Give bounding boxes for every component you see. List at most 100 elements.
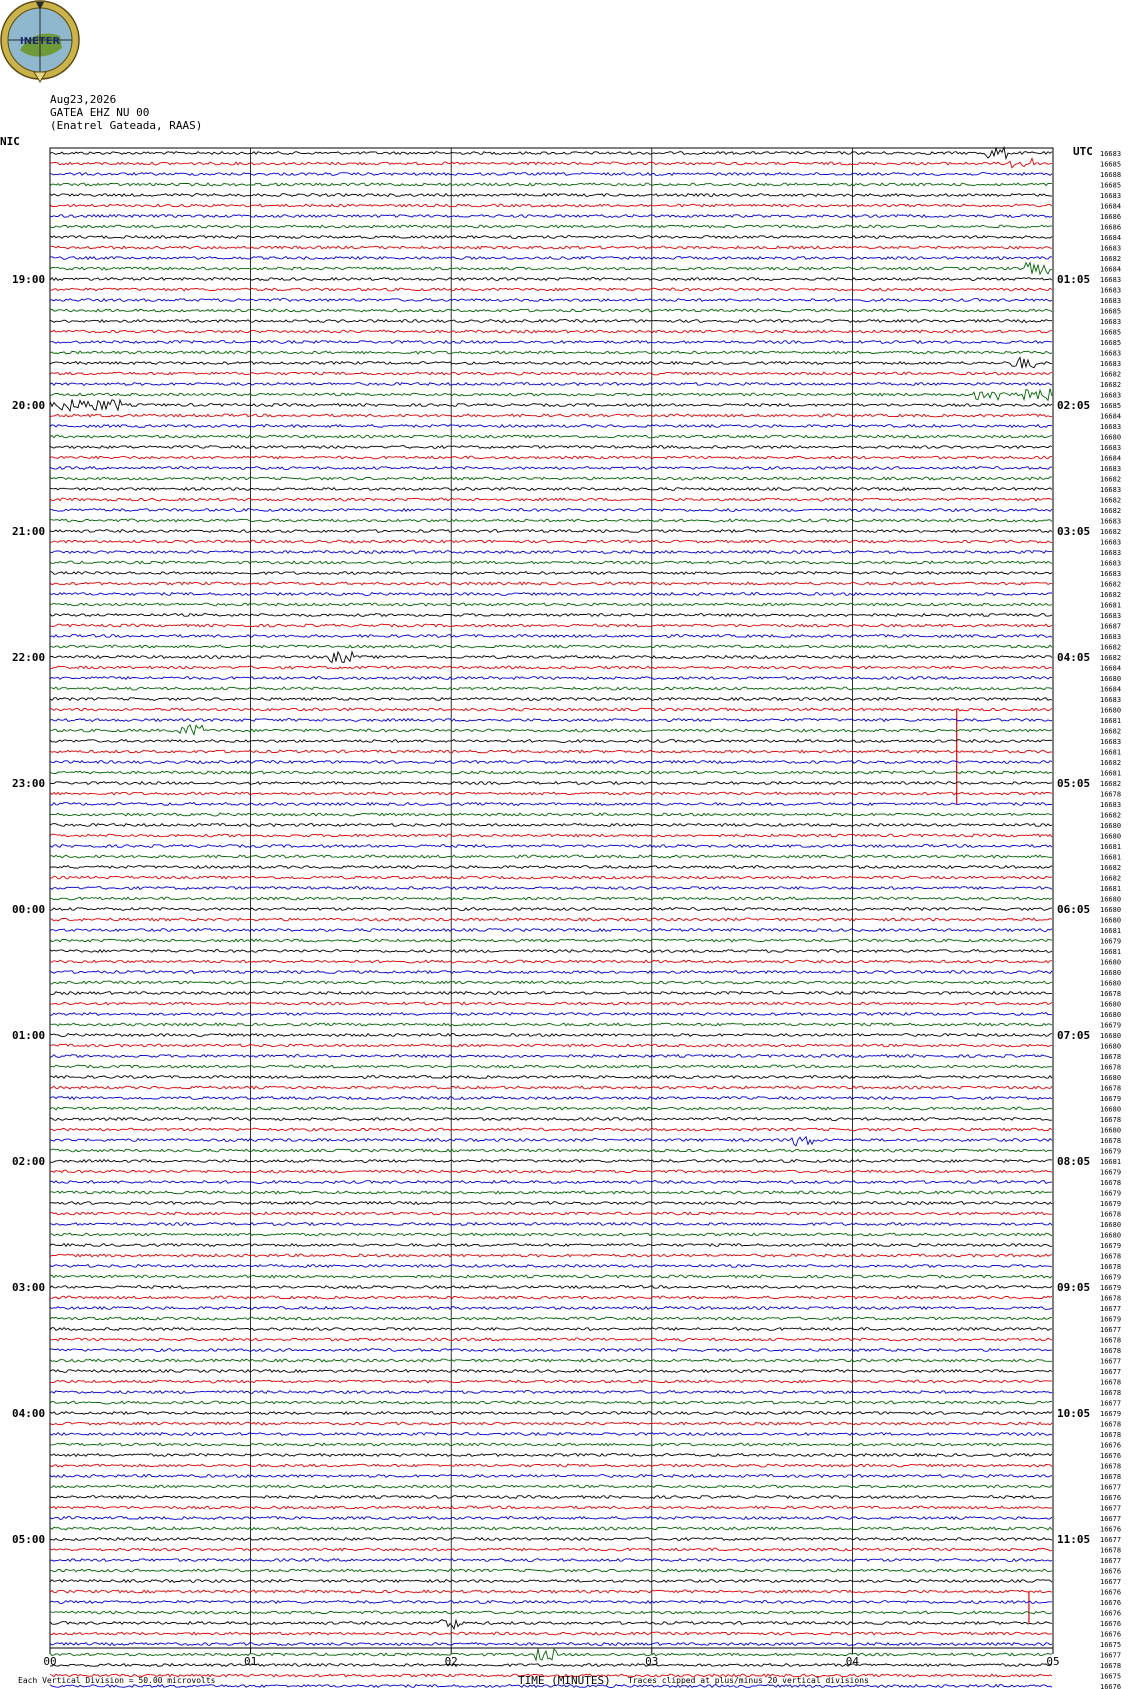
seismic-trace — [49, 1463, 1053, 1468]
seismic-trace — [49, 801, 1052, 807]
trace-value-label: 16680 — [1100, 1221, 1121, 1229]
seismic-trace — [49, 749, 1053, 754]
trace-value-label: 16676 — [1100, 1631, 1121, 1639]
seismic-trace — [49, 823, 1053, 828]
seismic-trace — [49, 602, 1053, 607]
seismic-trace — [49, 948, 1053, 954]
seismic-trace — [49, 213, 1053, 219]
right-time-label: 04:05 — [1057, 651, 1090, 664]
trace-value-label: 16683 — [1100, 801, 1121, 809]
seismic-trace — [49, 1641, 1053, 1647]
seismic-trace — [49, 1095, 1053, 1101]
trace-value-label: 16683 — [1100, 245, 1121, 253]
trace-value-label: 16683 — [1100, 276, 1121, 284]
seismic-trace — [49, 1494, 1053, 1500]
trace-value-label: 16682 — [1100, 864, 1121, 872]
seismic-trace — [49, 1526, 1053, 1531]
trace-value-label: 16678 — [1100, 1179, 1121, 1187]
seismic-trace — [50, 1074, 1053, 1080]
seismic-trace — [49, 633, 1053, 639]
seismic-trace — [49, 1536, 1053, 1542]
trace-value-label: 16681 — [1100, 770, 1121, 778]
seismic-trace — [49, 696, 1053, 702]
trace-value-label: 16680 — [1100, 434, 1121, 442]
trace-value-label: 16678 — [1100, 1379, 1121, 1387]
trace-value-label: 16684 — [1100, 665, 1121, 673]
trace-value-label: 16682 — [1100, 371, 1121, 379]
trace-value-label: 16680 — [1100, 1043, 1121, 1051]
helicorder-plot: 00 01 02 03 04 051668316685166881668516683166… — [12, 145, 1121, 1689]
trace-value-label: 16679 — [1100, 1190, 1121, 1198]
right-time-label: 10:05 — [1057, 1407, 1090, 1420]
seismic-trace — [49, 318, 1053, 324]
trace-value-label: 16685 — [1100, 161, 1121, 169]
seismic-trace — [49, 644, 1053, 649]
seismic-trace — [49, 1431, 1053, 1437]
seismic-trace — [49, 245, 1053, 250]
seismic-trace — [49, 1389, 1053, 1394]
seismic-trace — [49, 297, 1053, 302]
trace-value-label: 16683 — [1100, 696, 1121, 704]
trace-value-label: 16688 — [1100, 171, 1121, 179]
seismic-trace — [49, 329, 1053, 334]
seismic-trace — [49, 255, 1053, 261]
trace-value-label: 16675 — [1100, 1641, 1121, 1649]
seismic-trace — [49, 1001, 1053, 1006]
trace-value-label: 16682 — [1100, 759, 1121, 767]
seismic-trace — [49, 1011, 1053, 1017]
seismic-trace — [49, 686, 1053, 691]
seismic-trace — [49, 382, 1053, 387]
trace-value-label: 16680 — [1100, 822, 1121, 830]
seismic-trace — [49, 413, 1053, 418]
seismic-trace — [49, 1295, 1053, 1300]
trace-value-label: 16679 — [1100, 1148, 1121, 1156]
seismic-trace — [49, 476, 1052, 481]
left-time-label: 23:00 — [12, 777, 45, 790]
trace-value-label: 16682 — [1100, 255, 1121, 263]
trace-value-label: 16683 — [1100, 518, 1121, 526]
trace-value-label: 16679 — [1100, 1410, 1121, 1418]
seismic-trace — [49, 844, 1053, 849]
left-time-label: 19:00 — [12, 273, 45, 286]
trace-value-label: 16683 — [1100, 350, 1121, 358]
seismic-trace — [49, 1305, 1053, 1311]
seismic-trace — [49, 990, 1052, 996]
seismic-trace — [49, 1410, 1053, 1416]
trace-value-label: 16677 — [1100, 1578, 1121, 1586]
trace-value-label: 16676 — [1100, 1494, 1121, 1502]
seismic-trace — [49, 591, 1052, 597]
trace-value-label: 16680 — [1100, 906, 1121, 914]
seismic-trace — [49, 1452, 1053, 1458]
trace-value-label: 16677 — [1100, 1400, 1121, 1408]
seismic-trace — [49, 1211, 1053, 1216]
seismic-trace — [49, 675, 1053, 681]
trace-value-label: 16679 — [1100, 1316, 1121, 1324]
trace-value-label: 16678 — [1100, 1295, 1121, 1303]
trace-value-label: 16680 — [1100, 1032, 1121, 1040]
trace-value-label: 16682 — [1100, 581, 1121, 589]
seismic-trace — [49, 1379, 1052, 1384]
trace-value-label: 16680 — [1100, 896, 1121, 904]
trace-value-label: 16678 — [1100, 1064, 1121, 1072]
seismic-trace — [49, 1599, 1053, 1605]
trace-value-label: 16678 — [1100, 1085, 1121, 1093]
right-time-label: 05:05 — [1057, 777, 1090, 790]
trace-value-label: 16683 — [1100, 192, 1121, 200]
trace-value-label: 16676 — [1100, 1442, 1121, 1450]
trace-value-label: 16681 — [1100, 854, 1121, 862]
seismic-trace — [49, 707, 1053, 712]
trace-value-label: 16676 — [1100, 1683, 1121, 1689]
trace-value-label: 16676 — [1100, 1620, 1121, 1628]
left-time-label: 02:00 — [12, 1155, 45, 1168]
seismic-trace — [49, 224, 1053, 229]
seismic-trace — [49, 1221, 1053, 1227]
trace-value-label: 16685 — [1100, 329, 1121, 337]
trace-value-label: 16682 — [1100, 728, 1121, 736]
seismic-trace — [49, 1368, 1053, 1374]
seismic-trace — [49, 833, 1053, 838]
trace-value-label: 16680 — [1100, 980, 1121, 988]
trace-value-label: 16678 — [1100, 1389, 1121, 1397]
seismic-trace — [49, 1347, 1053, 1353]
right-time-label: 09:05 — [1057, 1281, 1090, 1294]
x-tick-label: 05 — [1046, 1655, 1059, 1668]
